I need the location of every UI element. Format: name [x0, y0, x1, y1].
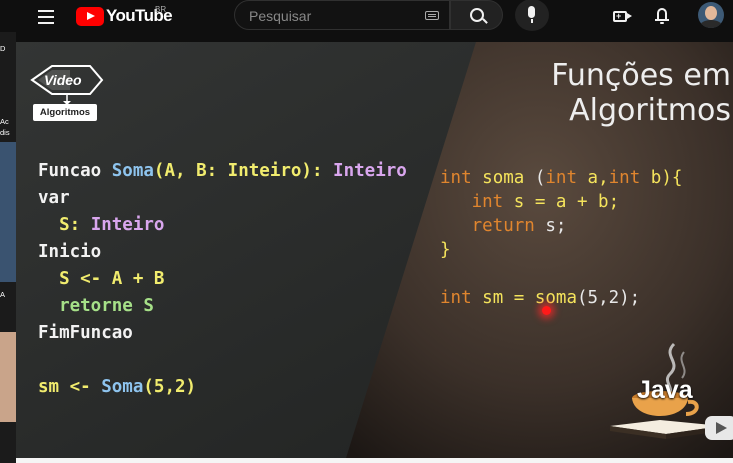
java-token: (5,2); [577, 288, 641, 308]
pseudo-token: Inteiro [90, 215, 165, 235]
pseudo-token: Inicio [38, 242, 102, 262]
java-token: return [440, 216, 546, 236]
pseudocode-block: Funcao Soma(A, B: Inteiro): Inteiro var S… [38, 158, 407, 401]
java-token: b){ [650, 168, 683, 188]
keyboard-icon[interactable] [425, 11, 439, 20]
java-label: Java [637, 376, 693, 404]
pseudo-line: Inicio [38, 239, 407, 266]
pseudo-token: (A, B: Inteiro): [153, 161, 334, 181]
java-token: int [545, 168, 588, 188]
youtube-play-icon [76, 6, 104, 26]
pseudo-token: (5,2) [143, 377, 197, 397]
camera-lens [627, 13, 632, 19]
avatar-shoulders [700, 20, 722, 28]
microphone-icon [528, 6, 535, 18]
thumbnail-image [0, 142, 16, 282]
pseudo-line: Funcao Soma(A, B: Inteiro): Inteiro [38, 158, 407, 185]
java-token: s = a + b; [513, 192, 620, 212]
java-line: return s; [440, 214, 682, 238]
search-placeholder: Pesquisar [249, 8, 312, 24]
play-button[interactable] [705, 416, 733, 440]
pseudo-line [38, 347, 407, 374]
pseudo-token: retorne S [38, 296, 154, 316]
pseudo-token: Inteiro [333, 161, 407, 181]
strip-text: Ac [0, 117, 9, 126]
plus-icon: + [616, 11, 622, 21]
pseudo-line: S <- A + B [38, 266, 407, 293]
java-token: int [440, 288, 483, 308]
strip-text: dis [0, 128, 10, 137]
pseudo-token: sm <- [38, 377, 102, 397]
pseudo-token: FimFuncao [38, 323, 133, 343]
pseudo-line: FimFuncao [38, 320, 407, 347]
bell-dome [657, 8, 667, 19]
pseudo-line: S: Inteiro [38, 212, 407, 239]
pseudo-token: Soma [111, 161, 154, 181]
java-token: s; [545, 216, 567, 236]
search-input[interactable]: Pesquisar [234, 0, 450, 30]
pseudo-line: sm <- Soma(5,2) [38, 374, 407, 401]
pseudo-token: var [38, 188, 70, 208]
thumbnail-image [0, 332, 16, 422]
youtube-logo[interactable]: YouTube BR [76, 5, 173, 26]
avatar-head [705, 6, 717, 20]
java-line: int sm = soma(5,2); [440, 286, 682, 310]
java-code-block: int soma (int a,int b){ int s = a + b; r… [440, 166, 682, 310]
pseudo-token: S <- A + B [38, 269, 165, 289]
pseudo-token: Soma [101, 377, 144, 397]
create-video-button[interactable]: + [612, 7, 634, 25]
java-token: soma [534, 288, 577, 308]
masthead: YouTube BR Pesquisar + [0, 0, 733, 32]
java-token: a, [587, 168, 609, 188]
strip-text: A [0, 290, 6, 299]
java-token: int [608, 168, 651, 188]
title-line: Algoritmos [569, 93, 731, 128]
video-logo-text: Video [44, 72, 82, 88]
java-token: ( [534, 168, 546, 188]
pseudo-line: var [38, 185, 407, 212]
search-button[interactable] [450, 0, 503, 30]
title-line: Funções em [551, 58, 731, 93]
menu-icon[interactable] [36, 6, 56, 26]
bell-base [655, 19, 669, 21]
avatar[interactable] [698, 2, 724, 28]
region-code: BR [155, 5, 167, 14]
java-line: int s = a + b; [440, 190, 682, 214]
java-token: int [440, 168, 483, 188]
java-token: int [440, 192, 514, 212]
java-token: sm = [482, 288, 535, 308]
bell-clapper [660, 22, 664, 24]
video-player[interactable]: Video Algoritmos Funções em Algoritmos F… [16, 42, 733, 458]
java-line: } [440, 238, 682, 262]
laser-pointer [542, 306, 551, 315]
strip-text: D [0, 44, 6, 53]
notifications-bell-icon[interactable] [654, 6, 672, 26]
video-title: Funções em Algoritmos [551, 58, 731, 128]
page-bottom-edge [16, 458, 733, 463]
pseudo-token: S: [38, 215, 91, 235]
java-line: int soma (int a,int b){ [440, 166, 682, 190]
voice-search-button[interactable] [515, 0, 549, 31]
java-token: } [440, 240, 451, 260]
java-line [440, 262, 682, 286]
pseudo-line: retorne S [38, 293, 407, 320]
side-thumbnail-strip[interactable]: D Ac dis A g [0, 32, 16, 463]
category-tag: Algoritmos [33, 104, 97, 121]
java-token: soma [482, 168, 535, 188]
microphone-stand [531, 19, 533, 23]
search-icon-handle [482, 18, 488, 24]
pseudo-token: Funcao [38, 161, 112, 181]
